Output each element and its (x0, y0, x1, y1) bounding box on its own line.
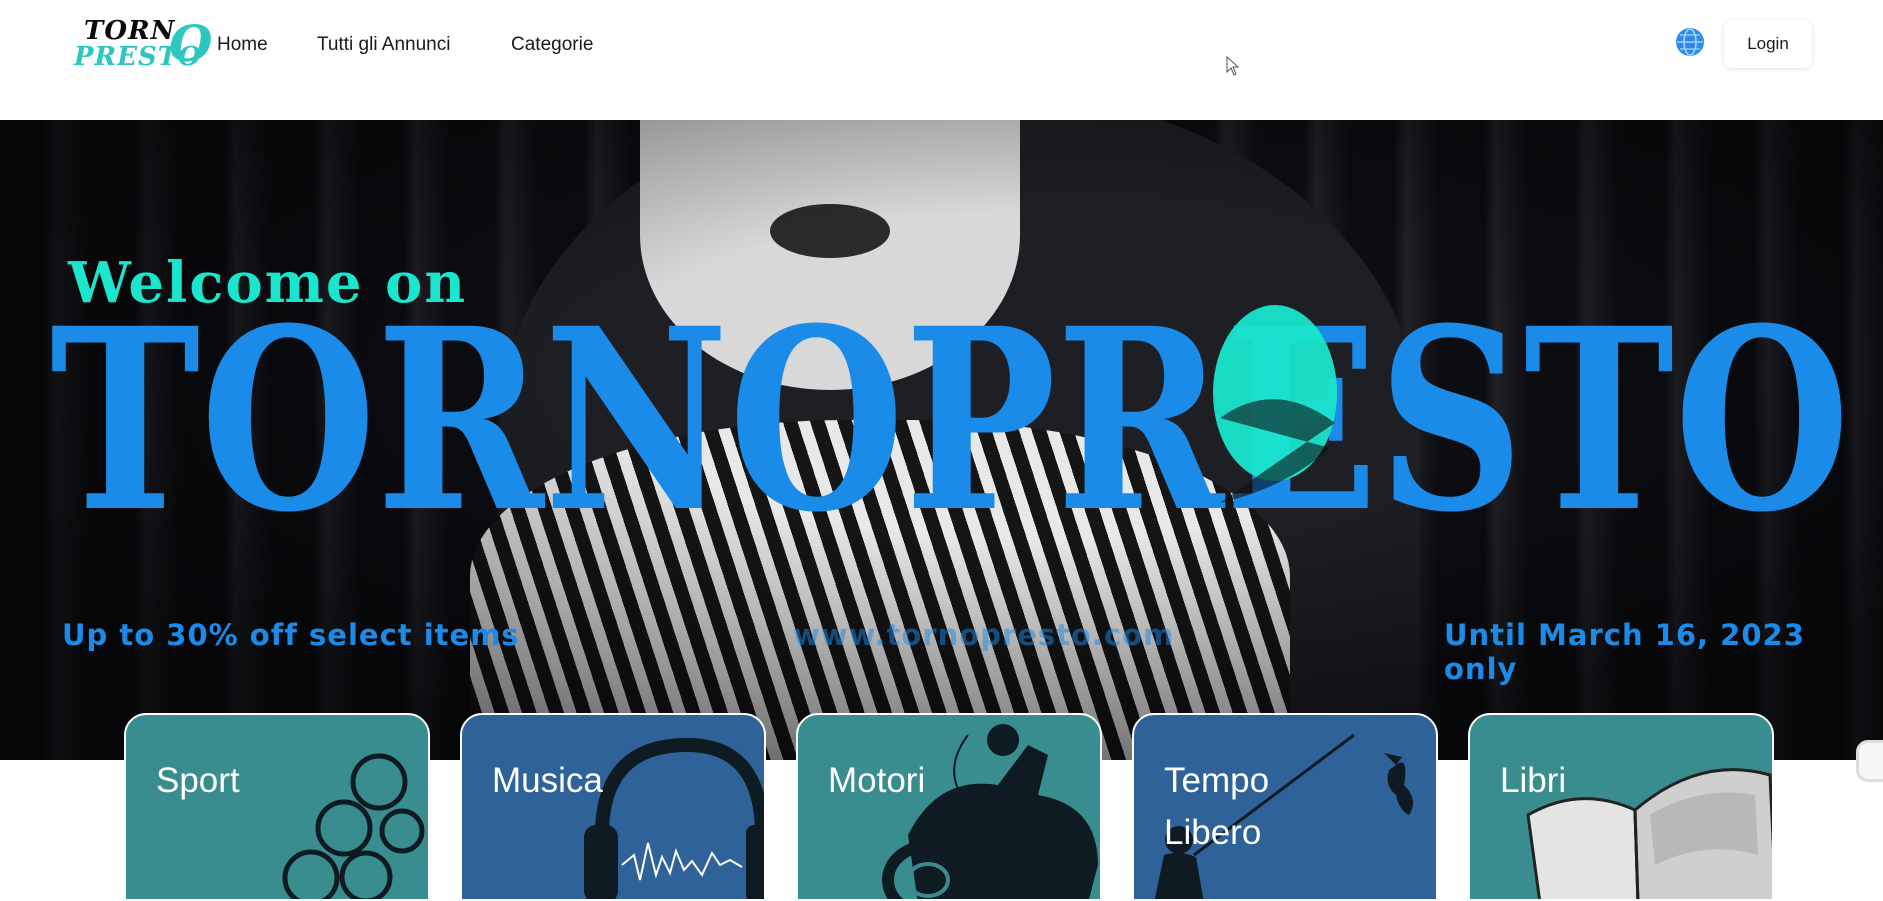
nav-categories[interactable]: Categorie (511, 34, 593, 56)
category-card-books[interactable]: Libri (1468, 713, 1774, 901)
category-label: Sport (156, 761, 240, 800)
hero-banner: Welcome on TORNOPRESTO Up to 30% off sel… (0, 120, 1883, 760)
login-button[interactable]: Login (1724, 20, 1812, 68)
category-card-music[interactable]: Musica (460, 713, 766, 901)
side-handle[interactable] (1856, 740, 1883, 782)
headphones-icon (584, 737, 764, 899)
logo-mark: O (169, 14, 213, 73)
open-book-icon (1526, 768, 1772, 899)
site-logo[interactable]: TORN PRESTO O (72, 16, 213, 74)
olympic-rings-icon (282, 753, 425, 899)
promo-website-text: www.tornopresto.com (793, 618, 1175, 652)
nav-home[interactable]: Home (217, 34, 268, 56)
motorcycle-icon (882, 724, 1098, 899)
category-card-free-time[interactable]: Tempo Libero (1132, 713, 1438, 901)
promo-date-text: Until March 16, 2023 only (1444, 618, 1805, 686)
svg-text:TORNOPRESTO: TORNOPRESTO (50, 298, 1850, 528)
category-label: Musica (492, 761, 603, 800)
navbar: TORN PRESTO O Home Tutti gli Annunci Cat… (0, 0, 1883, 120)
category-label: Libri (1500, 761, 1567, 800)
globe-icon[interactable] (1676, 28, 1704, 56)
mouse-cursor-icon (1226, 56, 1240, 76)
category-label: Tempo Libero (1164, 761, 1270, 852)
promo-discount-text: Up to 30% off select items (62, 618, 520, 652)
category-card-motors[interactable]: Motori (796, 713, 1102, 901)
hero-brand-wordmark: TORNOPRESTO (50, 298, 1850, 528)
nav-all-listings[interactable]: Tutti gli Annunci (317, 34, 450, 56)
category-label: Motori (828, 761, 926, 800)
category-card-sport[interactable]: Sport (124, 713, 430, 901)
